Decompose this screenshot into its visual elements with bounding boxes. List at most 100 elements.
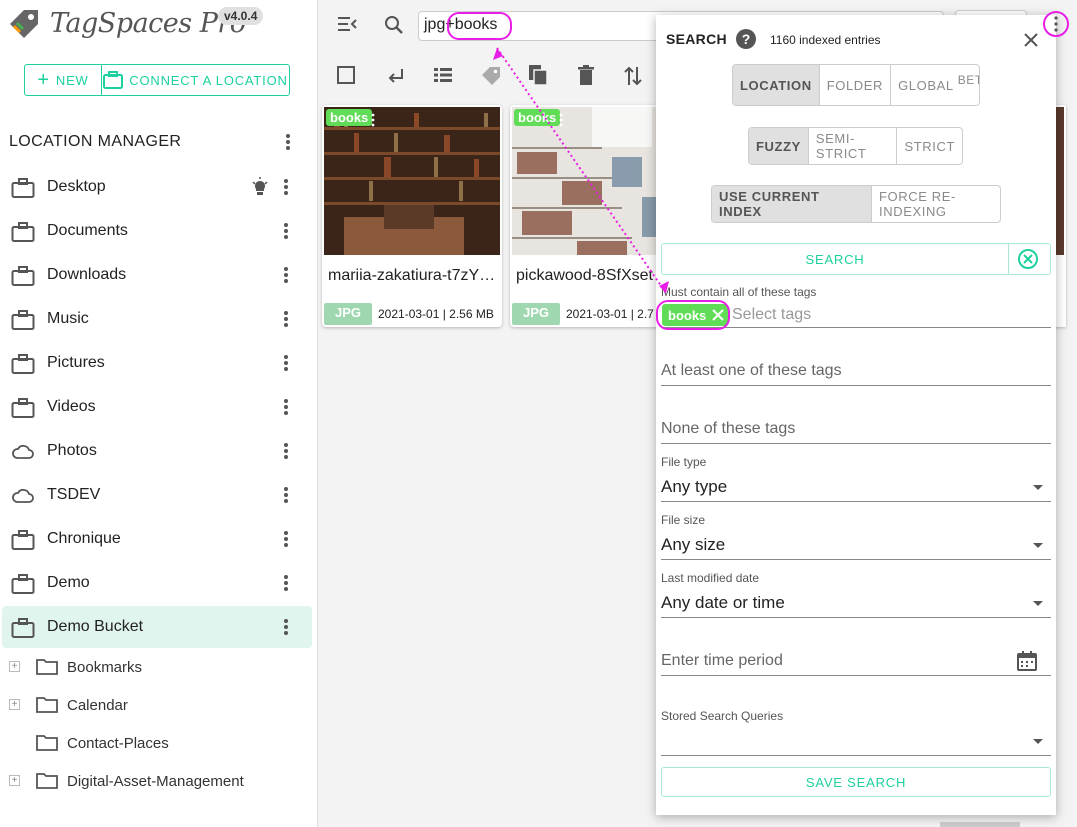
file-size-dropdown-icon[interactable] [1033, 543, 1043, 548]
file-meta: 2021-03-01 | 2.7 [566, 307, 654, 321]
file-size-select[interactable]: Any size [661, 535, 725, 555]
modified-date-select[interactable]: Any date or time [661, 593, 785, 613]
location-item[interactable]: Desktop [2, 166, 312, 208]
force-reindexing-button[interactable]: FORCE RE-INDEXING [871, 186, 1000, 222]
location-item[interactable]: Videos [2, 386, 312, 428]
scope-global-label: GLOBAL [898, 77, 954, 93]
location-item[interactable]: Demo Bucket [2, 606, 312, 648]
stored-queries-dropdown-icon[interactable] [1033, 739, 1043, 744]
location-item[interactable]: Chronique [2, 518, 312, 560]
location-more-icon[interactable] [282, 222, 290, 240]
file-name: pickawood-8SfXset [516, 267, 653, 284]
save-search-button[interactable]: SAVE SEARCH [661, 767, 1051, 797]
close-icon[interactable] [1023, 32, 1039, 48]
file-type-dropdown-icon[interactable] [1033, 485, 1043, 490]
time-period-input[interactable]: Enter time period [661, 652, 783, 670]
modified-date-dropdown-icon[interactable] [1033, 601, 1043, 606]
search-mode-toggle: FUZZY SEMI-STRICT STRICT [748, 127, 963, 165]
scope-global-button[interactable]: GLOBAL BETA [890, 65, 979, 105]
location-label: Music [47, 310, 89, 327]
new-button[interactable]: + NEW [25, 65, 102, 95]
location-more-icon[interactable] [282, 266, 290, 284]
location-more-icon[interactable] [282, 486, 290, 504]
location-more-icon[interactable] [282, 574, 290, 592]
pager[interactable] [940, 822, 1020, 827]
expand-icon[interactable]: + [9, 775, 20, 786]
folder-tree-item[interactable]: + Calendar [0, 687, 310, 725]
more-options-icon[interactable] [1043, 11, 1069, 37]
calendar-icon[interactable] [1017, 651, 1037, 671]
scope-folder-button[interactable]: FOLDER [818, 65, 890, 105]
location-item[interactable]: Downloads [2, 254, 312, 296]
mode-semi-strict-button[interactable]: SEMI-STRICT [807, 128, 897, 164]
tag-chip[interactable]: books [326, 109, 373, 126]
mode-strict-button[interactable]: STRICT [896, 128, 962, 164]
location-more-icon[interactable] [282, 354, 290, 372]
tag-more-icon[interactable] [370, 113, 376, 127]
must-contain-label: Must contain all of these tags [661, 285, 817, 299]
location-more-icon[interactable] [282, 310, 290, 328]
folder-tree-item[interactable]: + Bookmarks [0, 649, 310, 687]
connect-label: CONNECT A LOCATION [129, 72, 288, 88]
collapse-menu-icon[interactable] [336, 15, 358, 33]
folder-tree-item[interactable]: + Digital-Asset-Management [0, 763, 310, 801]
expand-icon[interactable]: + [9, 661, 20, 672]
thumbnail-image [324, 107, 500, 255]
location-manager-more-icon[interactable] [280, 132, 296, 152]
expand-icon[interactable]: + [9, 699, 20, 710]
file-type-select[interactable]: Any type [661, 477, 727, 497]
stored-queries-select[interactable] [661, 725, 1051, 755]
at-least-one-input[interactable]: At least one of these tags [661, 362, 842, 380]
location-item[interactable]: Documents [2, 210, 312, 252]
tag-more-icon[interactable] [558, 113, 564, 127]
location-more-icon[interactable] [282, 178, 290, 196]
none-of-input[interactable]: None of these tags [661, 420, 795, 438]
select-all-checkbox-icon[interactable] [337, 66, 355, 84]
folder-label: Calendar [67, 697, 128, 714]
list-view-icon[interactable] [433, 66, 453, 84]
file-card[interactable]: books mariia-zakatiura-t7zY… JPG 2021-03… [322, 105, 502, 327]
stored-queries-underline [661, 755, 1051, 756]
copy-icon[interactable] [528, 64, 548, 86]
location-more-icon[interactable] [282, 398, 290, 416]
file-extension-badge: JPG [512, 303, 560, 325]
location-item[interactable]: Pictures [2, 342, 312, 384]
search-icon[interactable] [384, 15, 404, 35]
at-least-one-underline [661, 385, 1051, 386]
help-icon[interactable]: ? [736, 29, 756, 49]
folder-icon [36, 695, 58, 713]
must-contain-input[interactable]: Select tags [732, 306, 811, 324]
scope-location-button[interactable]: LOCATION [733, 65, 819, 105]
clear-search-icon[interactable] [1017, 248, 1039, 270]
tag-chip[interactable]: books [514, 109, 561, 126]
delete-icon[interactable] [578, 65, 594, 85]
connect-location-button[interactable]: CONNECT A LOCATION [102, 65, 289, 95]
search-button[interactable]: SEARCH [662, 244, 1009, 274]
search-query-prefix: jpg [424, 16, 446, 33]
location-more-icon[interactable] [282, 618, 290, 636]
mode-fuzzy-button[interactable]: FUZZY [749, 128, 808, 164]
modified-date-label: Last modified date [661, 571, 760, 585]
briefcase-icon [11, 221, 35, 243]
indexed-count: 1160 indexed entries [770, 33, 881, 47]
folder-tree-item[interactable]: Contact-Places [0, 725, 310, 763]
lightbulb-icon[interactable] [250, 177, 270, 197]
location-item[interactable]: TSDEV [2, 474, 312, 516]
sort-icon[interactable] [624, 65, 642, 87]
search-scope-toggle: LOCATION FOLDER GLOBAL BETA [732, 64, 980, 106]
location-more-icon[interactable] [282, 530, 290, 548]
location-more-icon[interactable] [282, 442, 290, 460]
location-item[interactable]: Photos [2, 430, 312, 472]
location-item[interactable]: Music [2, 298, 312, 340]
tag-icon[interactable] [480, 65, 502, 87]
use-current-index-button[interactable]: USE CURRENT INDEX [712, 186, 871, 222]
location-item[interactable]: Demo [2, 562, 312, 604]
stored-queries-label: Stored Search Queries [661, 709, 784, 723]
briefcase-icon [11, 529, 35, 551]
version-badge: v4.0.4 [218, 7, 264, 25]
folder-icon [36, 733, 58, 751]
cloud-icon [11, 485, 35, 507]
parent-folder-icon[interactable] [386, 66, 406, 86]
briefcase-icon [11, 177, 35, 199]
file-extension-badge: JPG [324, 303, 372, 325]
